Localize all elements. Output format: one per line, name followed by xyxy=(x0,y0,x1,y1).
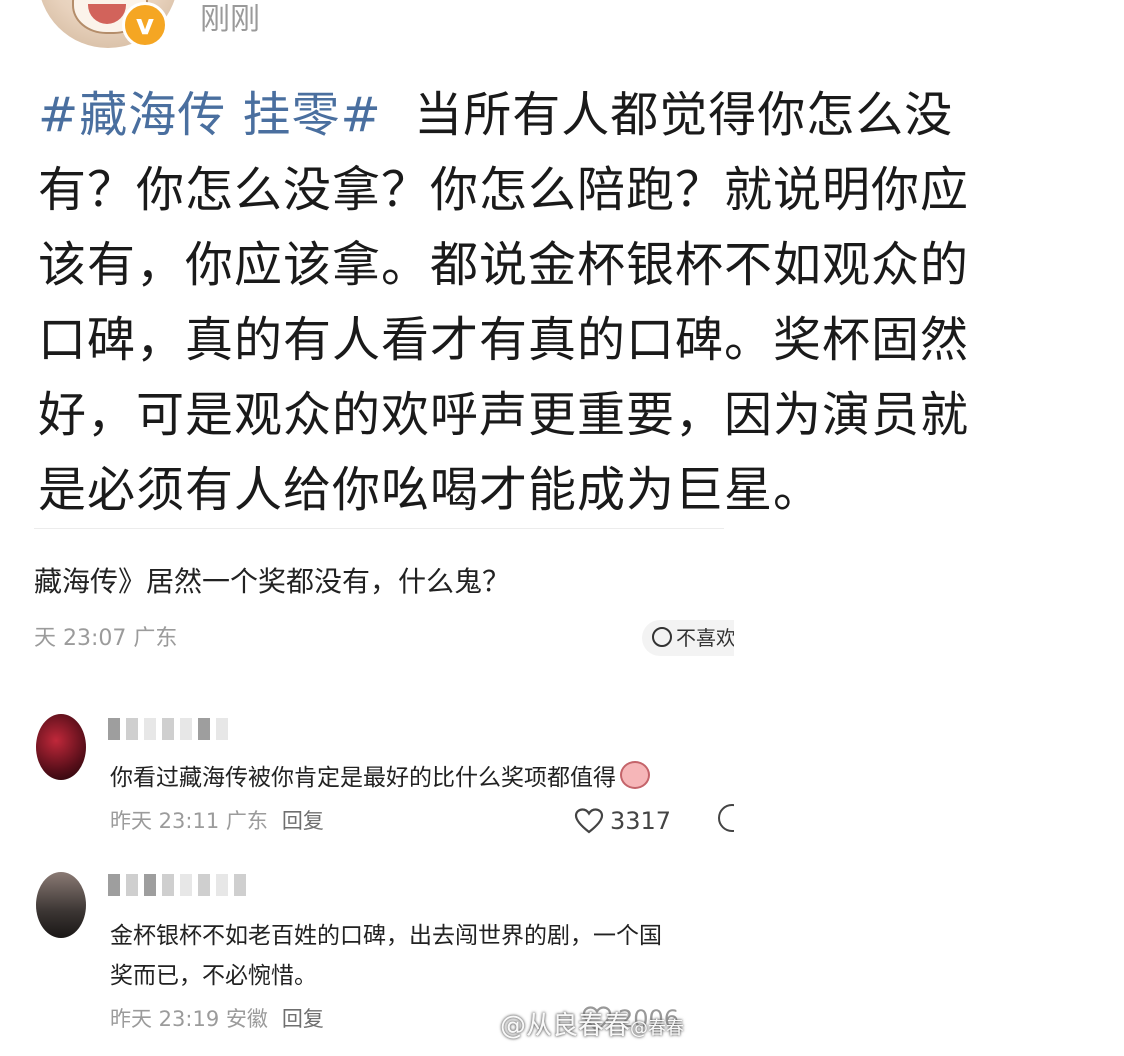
reply-link: 回复 xyxy=(281,809,324,833)
post-line-5: 好，可是观众的欢呼声更重要，因为演员就 xyxy=(38,387,970,443)
weibo-watermark: @从良春春@春春 xyxy=(500,1008,684,1047)
comment-text-content: 你看过藏海传被你肯定是最好的比什么奖项都值得 xyxy=(110,765,616,791)
blurred-username xyxy=(108,718,234,746)
reply-link: 回复 xyxy=(281,1007,324,1031)
watermark-handle: @从良春春 xyxy=(500,1011,631,1041)
pig-emoji-icon xyxy=(620,761,650,789)
comment-text: 你看过藏海传被你肯定是最好的比什么奖项都值得 xyxy=(110,758,650,798)
more-options-icon xyxy=(718,804,734,832)
like-count-value: 3317 xyxy=(610,807,672,835)
post-line-1: #藏海传 挂零# 当所有人都觉得你怎么没 xyxy=(38,78,1058,153)
post-line-2: 有？你怎么没拿？你怎么陪跑？就说明你应 xyxy=(38,162,970,218)
watermark-small: @春春 xyxy=(630,1018,685,1039)
comment-time: 昨天 23:19 安徽 xyxy=(110,1007,268,1031)
like-count: 3317 xyxy=(574,806,671,836)
comment-avatar xyxy=(36,872,86,938)
screenshot-post-title: 藏海传》居然一个奖都没有，什么鬼？ xyxy=(34,565,511,598)
screenshot-post-meta: 天 23:07 广东 xyxy=(34,626,178,651)
post-line-6: 是必须有人给你吆喝才能成为巨星。 xyxy=(38,462,823,518)
comment-meta: 昨天 23:11 广东 回复 xyxy=(110,806,324,836)
heart-icon xyxy=(574,808,604,834)
post-body: #藏海传 挂零# 当所有人都觉得你怎么没 有？你怎么没拿？你怎么陪跑？就说明你应… xyxy=(38,78,1058,528)
comment-text-line-1: 金杯银杯不如老百姓的口碑，出去闯世界的剧，一个国 xyxy=(110,923,662,949)
post-line-1-text: 当所有人都觉得你怎么没 xyxy=(414,87,954,143)
post-line-3: 该有，你应该拿。都说金杯银杯不如观众的 xyxy=(38,237,970,293)
embedded-screenshot[interactable]: 藏海传》居然一个奖都没有，什么鬼？ 天 23:07 广东 不喜欢 你看过藏海传被… xyxy=(34,524,734,1056)
dislike-button: 不喜欢 xyxy=(642,620,734,656)
dislike-label: 不喜欢 xyxy=(676,626,734,650)
comment-text: 金杯银杯不如老百姓的口碑，出去闯世界的剧，一个国 奖而已，不必惋惜。 xyxy=(110,916,662,996)
comment-meta: 昨天 23:19 安徽 回复 xyxy=(110,1004,324,1034)
comment-time: 昨天 23:11 广东 xyxy=(110,809,268,833)
smile-icon xyxy=(652,627,672,647)
divider xyxy=(34,528,724,529)
comment-avatar xyxy=(36,714,86,780)
post-line-4: 口碑，真的有人看才有真的口碑。奖杯固然 xyxy=(38,312,970,368)
hashtag-link[interactable]: #藏海传 挂零# xyxy=(38,87,382,143)
comment-text-line-2: 奖而已，不必惋惜。 xyxy=(110,963,317,989)
verified-badge-icon: v xyxy=(122,2,168,48)
blurred-username xyxy=(108,874,252,902)
post-time: 刚刚 xyxy=(200,2,260,37)
